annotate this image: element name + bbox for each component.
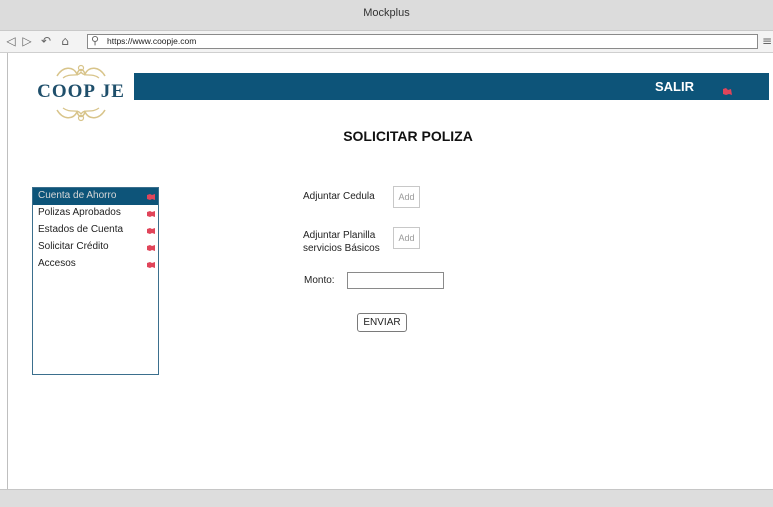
- sidebar-item-label: Solicitar Crédito: [38, 241, 109, 252]
- planilla-label-line2: servicios Básicos: [303, 243, 380, 254]
- sidebar-item-accesos[interactable]: Accesos: [33, 256, 158, 273]
- menu-icon[interactable]: ≡: [762, 34, 773, 48]
- cedula-label: Adjuntar Cedula: [303, 191, 375, 202]
- planilla-label-line1: Adjuntar Planilla: [303, 230, 376, 241]
- add-cedula-button[interactable]: Add: [393, 186, 420, 208]
- flag-icon: [147, 211, 155, 217]
- submit-button[interactable]: ENVIAR: [357, 313, 407, 332]
- window-title: Mockplus: [363, 7, 410, 19]
- forward-icon[interactable]: ▷: [20, 34, 34, 48]
- flag-icon: [147, 245, 155, 251]
- flag-icon: [147, 228, 155, 234]
- window-titlebar: Mockplus: [0, 0, 773, 31]
- logo: COOP JE: [31, 62, 131, 128]
- page-title: SOLICITAR POLIZA: [343, 128, 473, 144]
- sidebar-item-label: Estados de Cuenta: [38, 224, 124, 235]
- logo-text: COOP JE: [37, 81, 125, 102]
- add-planilla-button[interactable]: Add: [393, 227, 420, 249]
- search-icon: ⚲: [91, 34, 100, 47]
- sidebar-item-polizas-aprobados[interactable]: Polizas Aprobados: [33, 205, 158, 222]
- sidebar-item-estados-de-cuenta[interactable]: Estados de Cuenta: [33, 222, 158, 239]
- status-bar: [0, 489, 773, 507]
- monto-input[interactable]: [347, 272, 444, 289]
- sidebar-item-label: Accesos: [38, 258, 76, 269]
- ornament-top-icon: [56, 64, 106, 79]
- sidebar: Cuenta de Ahorro Polizas Aprobados Estad…: [32, 187, 159, 375]
- url-text: https://www.coopje.com: [107, 36, 197, 46]
- ornament-bottom-icon: [56, 107, 106, 122]
- home-icon[interactable]: ⌂: [58, 34, 72, 48]
- sidebar-item-cuenta-de-ahorro[interactable]: Cuenta de Ahorro: [33, 188, 158, 205]
- back-icon[interactable]: ◁: [4, 34, 18, 48]
- browser-toolbar: ◁ ▷ ↶ ⌂ ⚲ https://www.coopje.com ≡: [0, 31, 773, 53]
- monto-label: Monto:: [304, 275, 335, 286]
- sidebar-item-label: Polizas Aprobados: [38, 207, 121, 218]
- refresh-icon[interactable]: ↶: [39, 34, 53, 48]
- flag-icon: [147, 262, 155, 268]
- page-frame-edge: [0, 53, 8, 489]
- flag-icon: [147, 194, 155, 200]
- sidebar-item-label: Cuenta de Ahorro: [38, 190, 117, 201]
- header-bar: SALIR: [134, 73, 769, 100]
- logout-icon[interactable]: [723, 88, 732, 95]
- sidebar-item-solicitar-credito[interactable]: Solicitar Crédito: [33, 239, 158, 256]
- logout-button[interactable]: SALIR: [655, 79, 694, 94]
- address-bar[interactable]: ⚲ https://www.coopje.com: [87, 34, 758, 49]
